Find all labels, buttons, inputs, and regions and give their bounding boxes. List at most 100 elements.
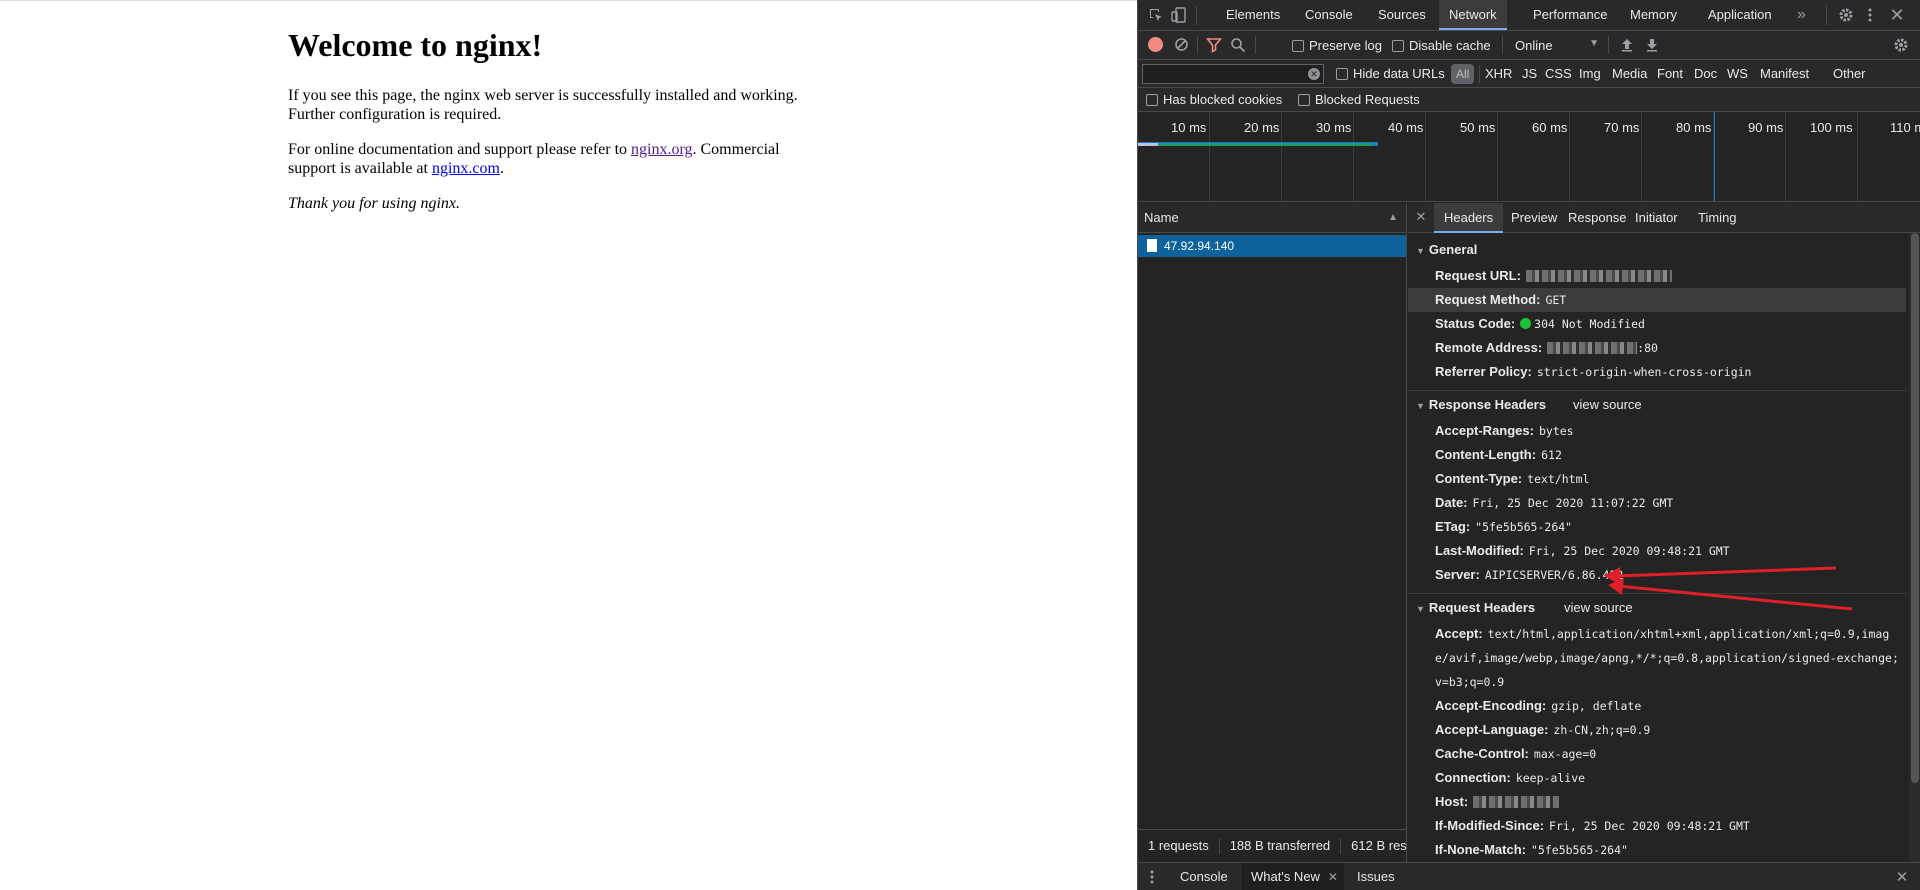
drawer-menu-icon[interactable] bbox=[1148, 869, 1156, 885]
name-column-header[interactable]: Name ▲ bbox=[1138, 203, 1406, 233]
request-row-name: 47.92.94.140 bbox=[1164, 239, 1235, 253]
header-value: Fri, 25 Dec 2020 09:48:21 GMT bbox=[1549, 819, 1750, 833]
filter-type-font[interactable]: Font bbox=[1657, 60, 1683, 88]
close-details-icon[interactable]: ✕ bbox=[1414, 209, 1428, 224]
filter-type-all[interactable]: All bbox=[1451, 64, 1475, 84]
tab-elements[interactable]: Elements bbox=[1216, 0, 1290, 30]
scrollbar-thumb[interactable] bbox=[1911, 233, 1919, 783]
request-view-source-link[interactable]: view source bbox=[1564, 600, 1633, 615]
header-value: "5fe5b565-264" bbox=[1475, 520, 1573, 534]
tab-memory[interactable]: Memory bbox=[1620, 0, 1687, 30]
toolbar-divider-4 bbox=[1608, 36, 1609, 54]
header-name: Accept: bbox=[1435, 626, 1483, 641]
request-count: 1 requests bbox=[1138, 838, 1220, 854]
tab-performance[interactable]: Performance bbox=[1523, 0, 1617, 30]
device-toggle-icon[interactable] bbox=[1170, 6, 1188, 24]
preserve-log-checkbox[interactable]: Preserve log bbox=[1292, 38, 1382, 53]
filter-type-xhr[interactable]: XHR bbox=[1485, 60, 1512, 88]
timeline-gridline bbox=[1425, 112, 1426, 201]
tab-initiator[interactable]: Initiator bbox=[1625, 203, 1688, 233]
tab-headers[interactable]: Headers bbox=[1434, 203, 1504, 233]
hide-data-urls-checkbox[interactable]: Hide data URLs bbox=[1336, 66, 1445, 81]
timeline-request-bar-green bbox=[1158, 143, 1374, 146]
blocked-filter-bar: Has blocked cookies Blocked Requests bbox=[1138, 88, 1920, 112]
filter-type-css[interactable]: CSS bbox=[1545, 60, 1572, 88]
inspect-icon[interactable] bbox=[1148, 7, 1164, 23]
header-row-remote-address: Remote Address::80 bbox=[1408, 336, 1906, 360]
drawer-tab-console[interactable]: Console bbox=[1171, 863, 1237, 890]
filter-bar: ✕ Hide data URLs All XHR JS CSS Img Medi… bbox=[1138, 60, 1920, 88]
timeline-gridline bbox=[1209, 112, 1210, 201]
search-icon[interactable] bbox=[1230, 37, 1246, 53]
collapse-triangle-icon: ▼ bbox=[1416, 401, 1425, 411]
header-value: max-age=0 bbox=[1533, 747, 1597, 761]
close-drawer-icon[interactable]: ✕ bbox=[1894, 869, 1910, 886]
details-scrollbar[interactable] bbox=[1909, 233, 1920, 862]
kebab-menu-icon[interactable] bbox=[1865, 7, 1875, 23]
header-name: Host: bbox=[1435, 794, 1469, 809]
more-tabs-button[interactable]: » bbox=[1787, 0, 1816, 30]
blocked-requests-checkbox[interactable]: Blocked Requests bbox=[1298, 92, 1420, 107]
general-section-header[interactable]: ▼ General bbox=[1416, 242, 1477, 257]
response-view-source-link[interactable]: view source bbox=[1573, 397, 1642, 412]
close-tab-icon[interactable]: ✕ bbox=[1328, 863, 1338, 890]
network-overview-timeline[interactable]: 10 ms 20 ms 30 ms 40 ms 50 ms 60 ms 70 m… bbox=[1138, 112, 1920, 202]
timeline-tick-label: 110 m bbox=[1890, 120, 1920, 135]
timeline-tick-label: 30 ms bbox=[1316, 120, 1352, 135]
timeline-gridline bbox=[1569, 112, 1570, 201]
timeline-gridline bbox=[1497, 112, 1498, 201]
header-value: strict-origin-when-cross-origin bbox=[1536, 365, 1752, 379]
nginx-org-link[interactable]: nginx.org bbox=[631, 141, 692, 158]
header-value: text/html,application/xhtml+xml,applicat… bbox=[1435, 627, 1899, 689]
page-title: Welcome to nginx! bbox=[288, 27, 543, 63]
request-headers-section-header[interactable]: ▼ Request Headers bbox=[1416, 600, 1535, 615]
request-row[interactable]: 47.92.94.140 bbox=[1138, 235, 1406, 257]
filter-type-manifest[interactable]: Manifest bbox=[1760, 60, 1809, 88]
drawer-tab-issues[interactable]: Issues bbox=[1348, 863, 1404, 890]
section-divider bbox=[1408, 390, 1906, 391]
filter-type-js[interactable]: JS bbox=[1522, 60, 1537, 88]
filter-type-media[interactable]: Media bbox=[1612, 60, 1647, 88]
page-paragraph-thanks: Thank you for using nginx. bbox=[288, 194, 808, 213]
disable-cache-checkbox[interactable]: Disable cache bbox=[1392, 38, 1491, 53]
close-devtools-icon[interactable]: ✕ bbox=[1888, 5, 1906, 25]
filter-input[interactable]: ✕ bbox=[1142, 64, 1324, 84]
settings-icon[interactable] bbox=[1838, 7, 1854, 23]
filter-type-doc[interactable]: Doc bbox=[1694, 60, 1717, 88]
filter-type-other[interactable]: Other bbox=[1833, 60, 1866, 88]
document-icon bbox=[1147, 239, 1157, 252]
response-headers-section-header[interactable]: ▼ Response Headers bbox=[1416, 397, 1546, 412]
clear-filter-icon[interactable]: ✕ bbox=[1308, 68, 1320, 80]
disable-cache-label: Disable cache bbox=[1409, 38, 1491, 53]
filter-icon[interactable] bbox=[1206, 37, 1222, 53]
throttle-select[interactable]: Online ▼ bbox=[1515, 38, 1599, 53]
timeline-tick-label: 70 ms bbox=[1604, 120, 1640, 135]
timeline-load-marker bbox=[1714, 112, 1715, 201]
header-row: Accept-Encoding: gzip, deflate bbox=[1408, 694, 1906, 718]
nginx-com-link[interactable]: nginx.com bbox=[432, 160, 500, 177]
toolbar-divider-3 bbox=[1502, 36, 1503, 54]
record-icon[interactable] bbox=[1148, 37, 1163, 52]
network-settings-icon[interactable] bbox=[1893, 37, 1909, 53]
tab-timing[interactable]: Timing bbox=[1688, 203, 1747, 233]
collapse-triangle-icon: ▼ bbox=[1416, 604, 1425, 614]
filter-type-ws[interactable]: WS bbox=[1727, 60, 1748, 88]
clear-icon[interactable] bbox=[1174, 37, 1189, 52]
header-row-server: Server: AIPICSERVER/6.86.452 bbox=[1408, 563, 1906, 587]
upload-icon[interactable] bbox=[1619, 37, 1635, 53]
header-value: 612 bbox=[1541, 448, 1562, 462]
filter-type-img[interactable]: Img bbox=[1579, 60, 1601, 88]
has-blocked-cookies-checkbox[interactable]: Has blocked cookies bbox=[1146, 92, 1282, 107]
toolbar-divider-2 bbox=[1255, 36, 1256, 54]
tab-network[interactable]: Network bbox=[1439, 0, 1507, 30]
page-paragraph-intro: If you see this page, the nginx web serv… bbox=[288, 87, 798, 123]
timeline-gridline bbox=[1353, 112, 1354, 201]
tab-console[interactable]: Console bbox=[1295, 0, 1363, 30]
download-icon[interactable] bbox=[1644, 37, 1660, 53]
tab-application[interactable]: Application bbox=[1698, 0, 1782, 30]
drawer-tab-whats-new[interactable]: What's New ✕ bbox=[1242, 863, 1344, 890]
timeline-tick-label: 10 ms bbox=[1171, 120, 1207, 135]
header-row: Connection: keep-alive bbox=[1408, 766, 1906, 790]
network-toolbar: Preserve log Disable cache Online ▼ bbox=[1138, 31, 1920, 60]
tab-sources[interactable]: Sources bbox=[1368, 0, 1436, 30]
